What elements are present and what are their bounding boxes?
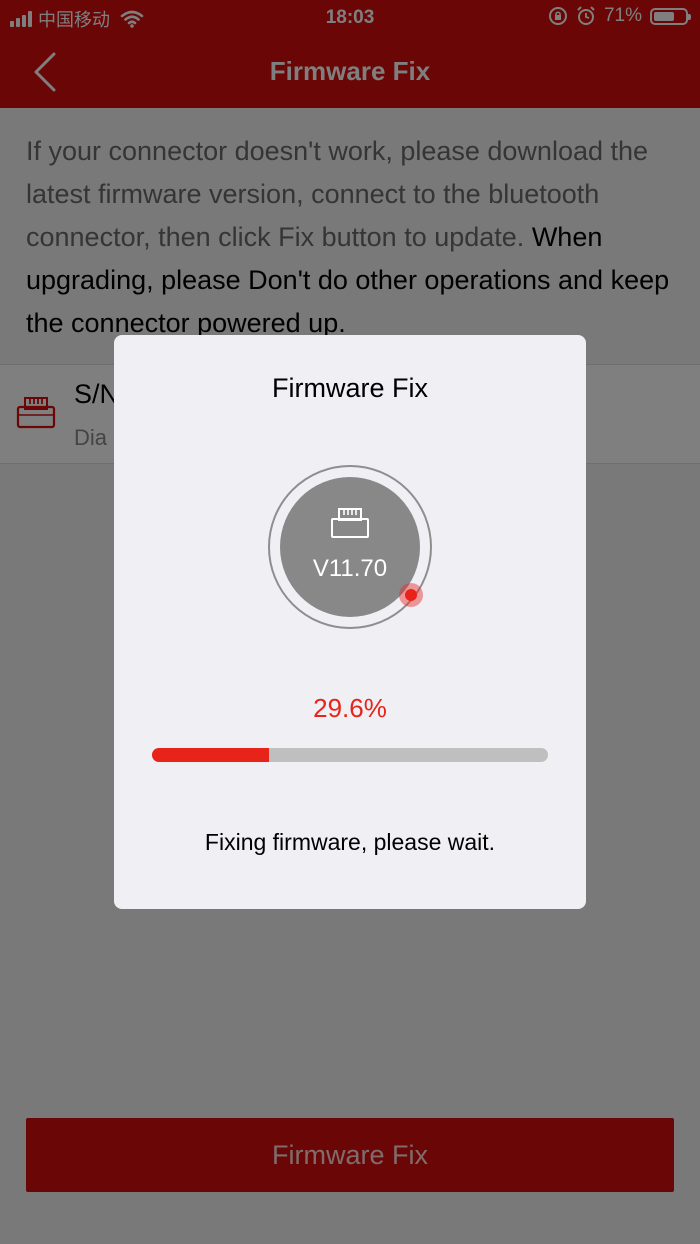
progress-bar [152,748,548,762]
firmware-version: V11.70 [312,555,388,582]
progress-indicator-dot [405,589,417,601]
progress-ring: V11.70 [264,461,444,641]
progress-percent: 29.6% [313,693,387,723]
dialog-message: Fixing firmware, please wait. [204,829,496,855]
firmware-fix-dialog: Firmware Fix V11.70 29.6% Fixing firmwar… [114,335,586,909]
obd-connector-icon [331,508,369,538]
dialog-title: Firmware Fix [272,373,428,403]
progress-bar-fill [152,748,270,762]
